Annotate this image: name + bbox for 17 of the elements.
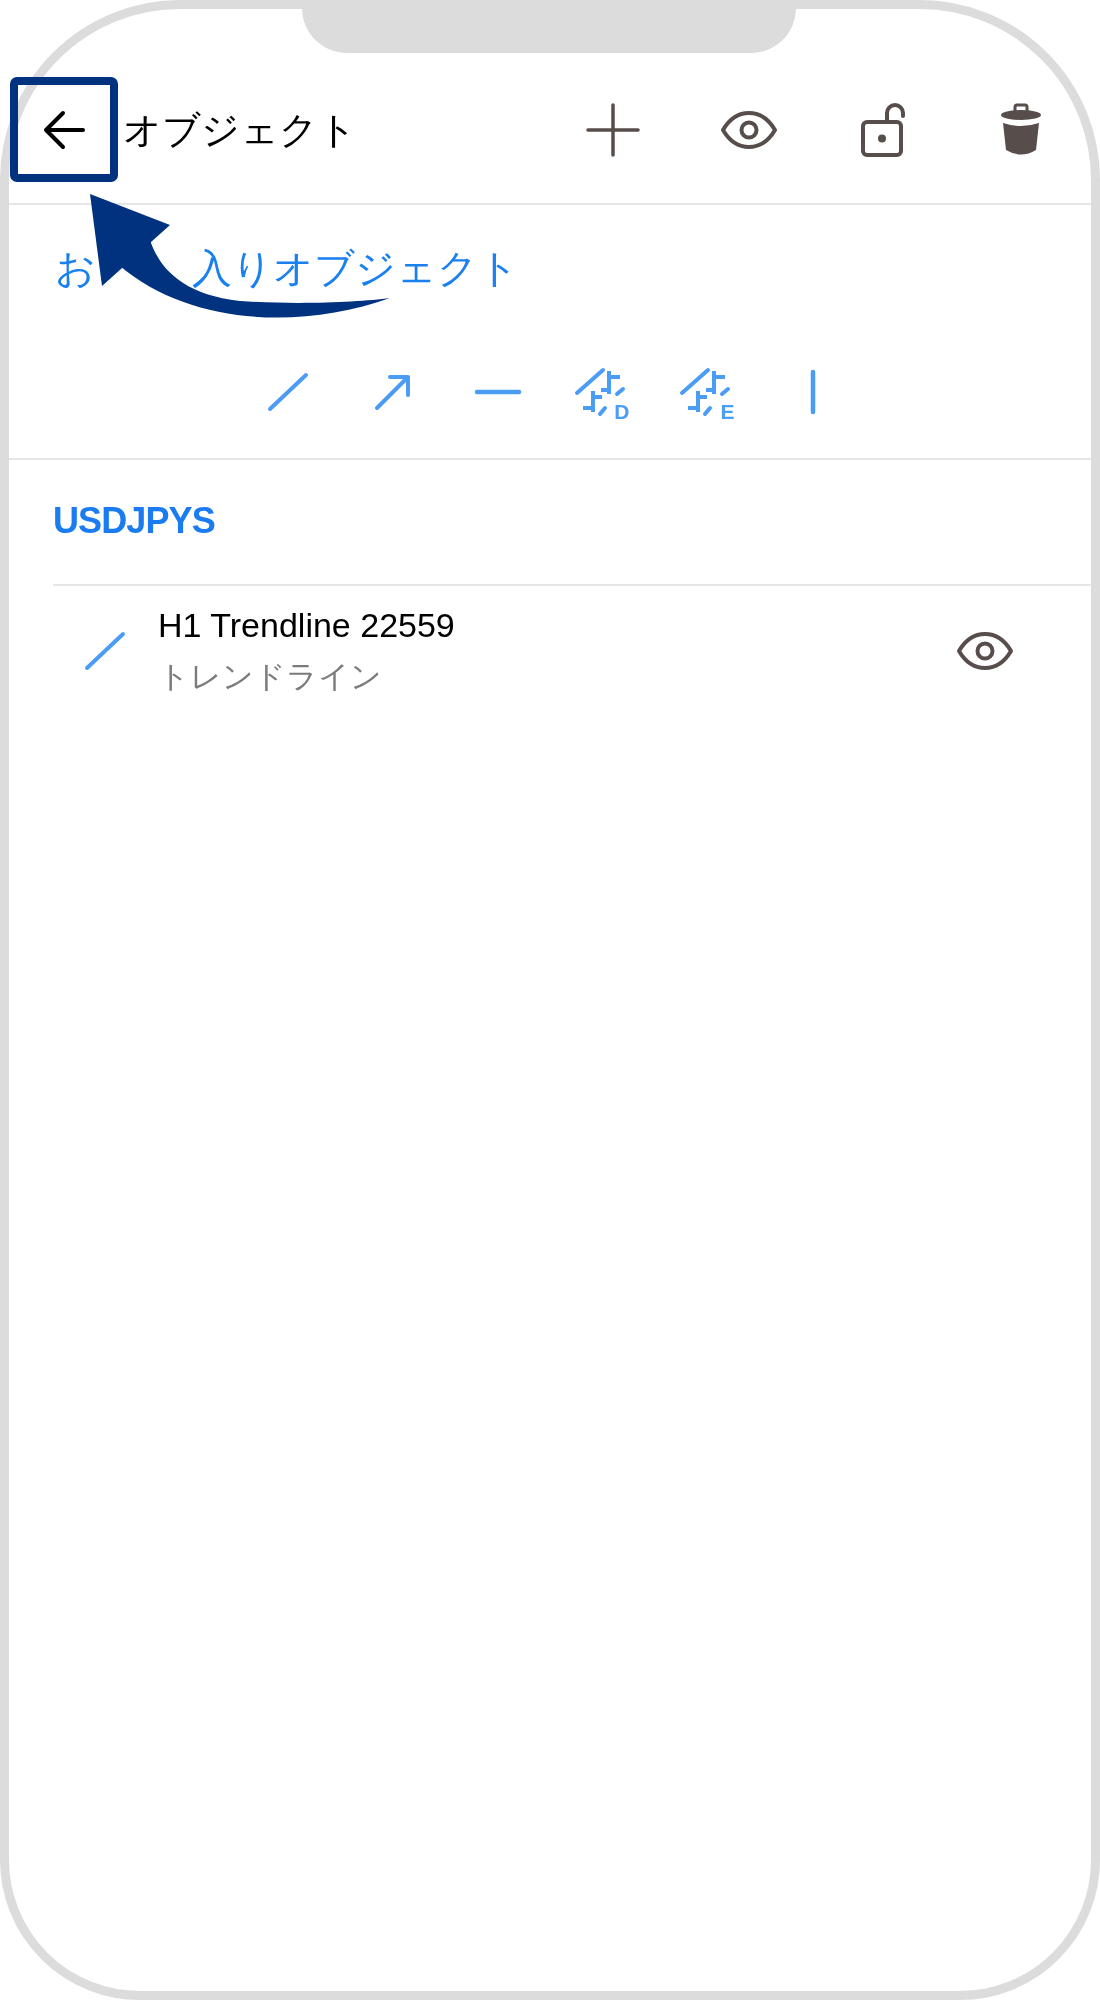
object-name: H1 Trendline 22559	[158, 605, 455, 645]
diagonal-line-icon	[84, 631, 126, 671]
back-icon	[42, 109, 86, 150]
plus-icon	[586, 102, 640, 157]
symbol-heading: USDJPYS	[52, 499, 215, 543]
marked-line-tool[interactable]: D	[570, 360, 635, 424]
eye-icon	[720, 109, 778, 150]
diagonal-line-icon	[266, 372, 309, 412]
trash-icon	[1000, 102, 1042, 157]
horizontal-line-icon	[473, 389, 522, 395]
marked-line-tool[interactable]: E	[675, 360, 740, 424]
favorites-heading: お	[55, 245, 96, 292]
diagonal-arrow-icon	[373, 373, 412, 411]
vertical-line-icon	[809, 369, 816, 415]
favorites-heading: 入りオブジェクト	[192, 245, 519, 292]
object-type: トレンドライン	[158, 658, 383, 696]
screen-title: オブジェクト	[123, 107, 357, 153]
